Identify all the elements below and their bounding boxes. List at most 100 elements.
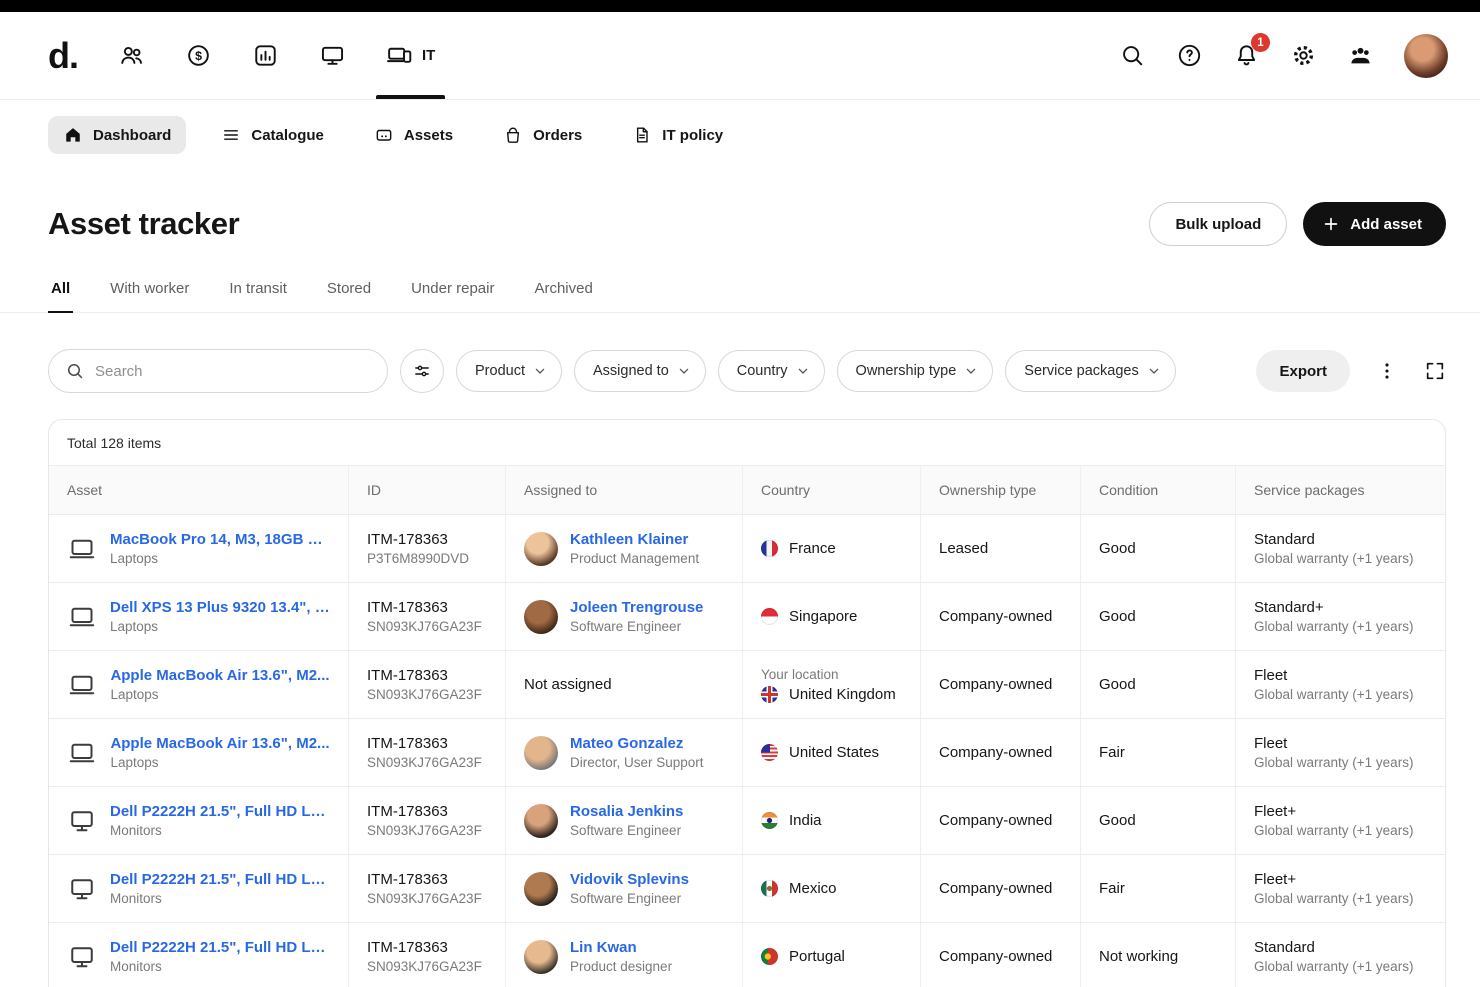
nav-monitor-button[interactable] <box>319 12 346 99</box>
assignee-person: Joleen Trengrouse Software Engineer <box>524 599 724 634</box>
assignee-name-link[interactable]: Lin Kwan <box>570 939 672 956</box>
asset-serial-number: P3T6M8990DVD <box>367 551 487 566</box>
ownership-type: Company-owned <box>939 676 1062 693</box>
main-content: Asset tracker Bulk upload Add asset AllW… <box>0 170 1480 987</box>
asset-category: Monitors <box>110 891 330 906</box>
dropdown-label: Assigned to <box>593 363 669 379</box>
condition-value: Good <box>1099 540 1217 557</box>
asset-id: ITM-178363 <box>367 803 487 820</box>
ownership-type: Company-owned <box>939 812 1062 829</box>
asset-name-link[interactable]: Dell P2222H 21.5", Full HD LE... <box>110 939 330 956</box>
assignee-person: Rosalia Jenkins Software Engineer <box>524 803 724 838</box>
assignee-cell: Not assigned <box>506 651 743 718</box>
notification-badge: 1 <box>1251 33 1270 52</box>
table-row[interactable]: Apple MacBook Air 13.6", M2... Laptops I… <box>49 719 1445 787</box>
table-body: MacBook Pro 14, M3, 18GB R... Laptops IT… <box>49 515 1445 987</box>
table-row[interactable]: Apple MacBook Air 13.6", M2... Laptops I… <box>49 651 1445 719</box>
assignee-name-link[interactable]: Rosalia Jenkins <box>570 803 683 820</box>
asset-id: ITM-178363 <box>367 599 487 616</box>
table-row[interactable]: Dell P2222H 21.5", Full HD LE... Monitor… <box>49 923 1445 987</box>
org-button[interactable] <box>1347 42 1374 69</box>
avatar-icon <box>1404 34 1448 78</box>
system-top-bar <box>0 0 1480 12</box>
asset-name-link[interactable]: Dell P2222H 21.5", Full HD LE... <box>110 803 330 820</box>
nav-people-button[interactable] <box>118 12 145 99</box>
more-options-button[interactable] <box>1376 360 1398 382</box>
filters-button[interactable] <box>400 349 444 393</box>
tab-with-worker[interactable]: With worker <box>107 280 192 312</box>
subnav-item-assets[interactable]: Assets <box>359 116 468 154</box>
tab-archived[interactable]: Archived <box>531 280 595 312</box>
subnav-item-it-policy[interactable]: IT policy <box>617 116 738 154</box>
bag-icon <box>503 125 523 145</box>
nav-coin-button[interactable]: $ <box>185 12 212 99</box>
tab-under-repair[interactable]: Under repair <box>408 280 497 312</box>
asset-name-link[interactable]: Apple MacBook Air 13.6", M2... <box>110 735 329 752</box>
table-summary: Total 128 items <box>49 420 1445 466</box>
search-input-wrap <box>48 349 388 393</box>
country-name: Mexico <box>789 880 837 897</box>
help-button[interactable] <box>1176 42 1203 69</box>
asset-name-link[interactable]: MacBook Pro 14, M3, 18GB R... <box>110 531 330 548</box>
asset-name-link[interactable]: Apple MacBook Air 13.6", M2... <box>110 667 329 684</box>
country-name: India <box>789 812 822 829</box>
assignee-name-link[interactable]: Joleen Trengrouse <box>570 599 703 616</box>
filter-dropdown-assigned-to[interactable]: Assigned to <box>574 350 706 392</box>
service-warranty: Global warranty (+1 years) <box>1254 755 1427 770</box>
nav-itdevices-button[interactable]: IT <box>386 12 435 99</box>
country-name: United Kingdom <box>789 686 896 703</box>
search-input[interactable] <box>95 363 371 380</box>
assignee-role: Product designer <box>570 959 672 974</box>
asset-category: Laptops <box>110 687 329 702</box>
gear-button[interactable] <box>1290 42 1317 69</box>
assignee-name-link[interactable]: Mateo Gonzalez <box>570 735 704 752</box>
filter-dropdown-product[interactable]: Product <box>456 350 562 392</box>
assignee-name-link[interactable]: Vidovik Splevins <box>570 871 689 888</box>
deel-logo[interactable]: d. <box>48 38 78 74</box>
dropdown-label: Product <box>475 363 525 379</box>
coin-icon: $ <box>185 42 212 69</box>
filter-dropdown-service-packages[interactable]: Service packages <box>1005 350 1175 392</box>
chevron-down-icon <box>676 363 692 379</box>
assets-icon <box>374 125 394 145</box>
asset-category: Laptops <box>110 551 330 566</box>
subnav-item-dashboard[interactable]: Dashboard <box>48 116 186 154</box>
export-button[interactable]: Export <box>1256 350 1350 392</box>
itdevices-icon <box>386 42 413 69</box>
fullscreen-button[interactable] <box>1424 360 1446 382</box>
table-header-row: AssetIDAssigned toCountryOwnership typeC… <box>49 466 1445 515</box>
service-package: Fleet <box>1254 735 1427 752</box>
subnav-item-orders[interactable]: Orders <box>488 116 597 154</box>
monitor-icon <box>319 42 346 69</box>
filter-dropdown-country[interactable]: Country <box>718 350 825 392</box>
assignee-name-link[interactable]: Kathleen Klainer <box>570 531 699 548</box>
asset-serial-number: SN093KJ76GA23F <box>367 755 487 770</box>
tab-stored[interactable]: Stored <box>324 280 374 312</box>
nav-chart-button[interactable] <box>252 12 279 99</box>
country-flag-icon <box>761 686 778 703</box>
table-row[interactable]: Dell P2222H 21.5", Full HD LE... Monitor… <box>49 855 1445 923</box>
subnav-item-catalogue[interactable]: Catalogue <box>206 116 339 154</box>
chevron-down-icon <box>1146 363 1162 379</box>
assignee-role: Software Engineer <box>570 619 703 634</box>
tab-in-transit[interactable]: In transit <box>226 280 290 312</box>
filter-dropdown-ownership-type[interactable]: Ownership type <box>837 350 994 392</box>
user-avatar[interactable] <box>1404 34 1448 78</box>
bell-button[interactable]: 1 <box>1233 42 1260 69</box>
bulk-upload-button[interactable]: Bulk upload <box>1149 202 1287 246</box>
assignee-role: Software Engineer <box>570 823 683 838</box>
search-button[interactable] <box>1119 42 1146 69</box>
column-header-id: ID <box>349 466 506 514</box>
asset-name-link[interactable]: Dell XPS 13 Plus 9320 13.4", i... <box>110 599 330 616</box>
add-asset-button[interactable]: Add asset <box>1303 202 1446 246</box>
table-row[interactable]: MacBook Pro 14, M3, 18GB R... Laptops IT… <box>49 515 1445 583</box>
laptop-icon <box>67 670 97 700</box>
tab-all[interactable]: All <box>48 280 73 312</box>
service-warranty: Global warranty (+1 years) <box>1254 551 1427 566</box>
asset-category: Laptops <box>110 619 330 634</box>
asset-name-link[interactable]: Dell P2222H 21.5", Full HD LE... <box>110 871 330 888</box>
column-header-assigned-to: Assigned to <box>506 466 743 514</box>
table-row[interactable]: Dell P2222H 21.5", Full HD LE... Monitor… <box>49 787 1445 855</box>
table-row[interactable]: Dell XPS 13 Plus 9320 13.4", i... Laptop… <box>49 583 1445 651</box>
chevron-down-icon <box>795 363 811 379</box>
